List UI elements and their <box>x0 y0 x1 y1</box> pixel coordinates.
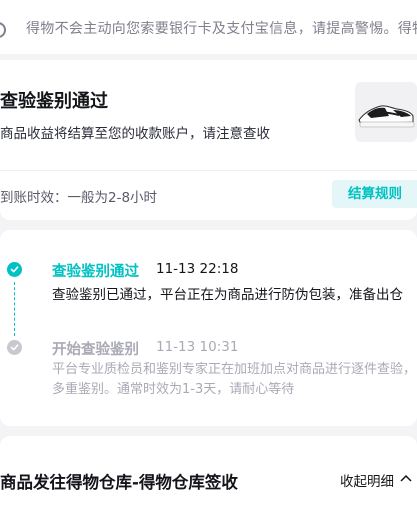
notice-bar: 得物不会主动向您索要银行卡及支付宝信息，请提高警惕。得物始终 <box>0 0 417 54</box>
timeline-step-desc: 查验鉴别已通过，平台正在为商品进行防伪包装，准备出仓 <box>52 287 403 303</box>
settlement-rules-button[interactable]: 结算规则 <box>332 180 417 208</box>
status-subtitle: 商品收益将结算至您的收款账户，请注意查收 <box>0 126 270 142</box>
shipping-card: 商品发往得物仓库-得物仓库签收 收起明细 <box>0 436 417 522</box>
timeline-step-time: 11-13 22:18 <box>156 261 239 277</box>
eta-label: 到账时效： <box>0 190 68 206</box>
status-title: 查验鉴别通过 <box>0 91 108 112</box>
eta-row: 到账时效：一般为2-8小时 <box>0 186 157 206</box>
divider <box>0 170 417 171</box>
timeline-step-desc: 平台专业质检员和鉴别专家正在加班加点对商品进行逐件查验，多重鉴别。通常时效为1-… <box>52 362 417 397</box>
shipping-title: 商品发往得物仓库-得物仓库签收 <box>0 473 238 492</box>
collapse-details-button[interactable]: 收起明细 <box>340 470 394 490</box>
speaker-icon <box>0 22 6 38</box>
check-icon <box>7 340 22 355</box>
check-icon <box>7 262 22 277</box>
timeline-card: 查验鉴别通过 11-13 22:18 查验鉴别已通过，平台正在为商品进行防伪包装… <box>0 230 417 426</box>
timeline-step-time: 11-13 10:31 <box>156 339 239 355</box>
chevron-up-icon[interactable] <box>400 474 412 482</box>
eta-value: 一般为2-8小时 <box>67 190 158 206</box>
timeline-connector <box>14 282 15 336</box>
status-card: 查验鉴别通过 商品收益将结算至您的收款账户，请注意查收 到账时效：一般为2-8小… <box>0 60 417 220</box>
product-thumbnail[interactable] <box>355 82 417 142</box>
notice-text: 得物不会主动向您索要银行卡及支付宝信息，请提高警惕。得物始终 <box>26 21 417 37</box>
timeline-step-title: 查验鉴别通过 <box>52 264 139 280</box>
sneaker-icon <box>358 105 415 128</box>
timeline-step-title: 开始查验鉴别 <box>52 342 139 358</box>
